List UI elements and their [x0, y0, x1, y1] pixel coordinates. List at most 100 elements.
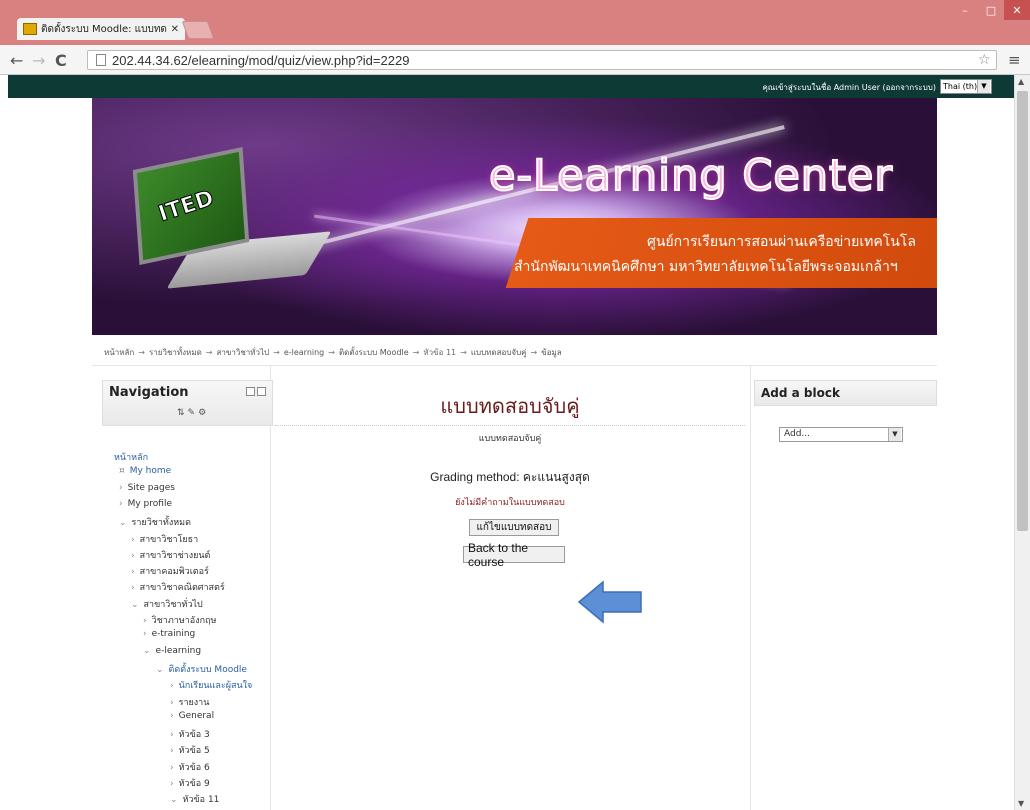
collapsed-chevron-icon: › — [170, 762, 174, 773]
page-viewport: คุณเข้าสู่ระบบในชื่อ Admin User (ออกจากร… — [0, 75, 1014, 810]
annotation-arrow-icon — [577, 580, 642, 624]
login-info[interactable]: คุณเข้าสู่ระบบในชื่อ Admin User (ออกจากร… — [762, 81, 936, 94]
tab-close-icon[interactable]: ✕ — [171, 24, 179, 35]
moodle-favicon-icon — [23, 23, 37, 35]
collapsed-chevron-icon: › — [119, 498, 123, 509]
nav-tree-label: สาขาวิชาทั่วไป — [143, 599, 203, 610]
page-title: แบบทดสอบจับคู่ — [275, 390, 745, 426]
browser-toolbar: ← → C 202.44.34.62/elearning/mod/quiz/vi… — [0, 45, 1030, 75]
nav-tree-label: General — [178, 710, 215, 721]
nav-tree-label: My home — [129, 466, 172, 477]
vertical-scrollbar[interactable]: ▲ ▼ — [1014, 75, 1030, 810]
nav-tree-label: e-training — [151, 629, 196, 640]
admin-bar: คุณเข้าสู่ระบบในชื่อ Admin User (ออกจากร… — [8, 75, 1014, 98]
nav-tree-item[interactable]: › My profile — [119, 499, 172, 509]
reload-icon[interactable]: C — [55, 51, 67, 70]
breadcrumb-link[interactable]: หน้าหลัก — [104, 346, 134, 359]
navigation-block: Navigation ⇅✎⚙ หน้าหลัก ¤ My home › Site pag… — [102, 380, 273, 805]
nav-tree-item[interactable]: › หัวข้อ 5 — [170, 743, 210, 757]
navigation-title: Navigation — [109, 385, 189, 400]
nav-tree-item[interactable]: › สาขาวิชาคณิตศาสตร์ — [131, 580, 225, 594]
page-icon — [96, 54, 106, 66]
scroll-down-icon[interactable]: ▼ — [1018, 799, 1024, 808]
expanded-chevron-icon: ⌄ — [119, 518, 127, 529]
grading-method: Grading method: คะแนนสูงสุด — [430, 470, 590, 484]
scroll-up-icon[interactable]: ▲ — [1018, 77, 1024, 86]
nav-tree-item[interactable]: › หัวข้อ 3 — [170, 727, 210, 741]
nav-tree-item[interactable]: › สาขาวิชาช่างยนต์ — [131, 548, 210, 562]
nav-tree-label: หัวข้อ 3 — [178, 730, 210, 741]
nav-tree-item[interactable]: › หัวข้อ 6 — [170, 760, 210, 774]
collapsed-chevron-icon: › — [170, 730, 174, 741]
nav-tree-item[interactable]: › รายงาน — [170, 695, 209, 709]
browser-tab[interactable]: ติดตั้งระบบ Moodle: แบบทด ✕ — [17, 18, 185, 40]
dock-icon[interactable] — [257, 387, 266, 396]
collapsed-chevron-icon: › — [143, 629, 147, 640]
navigation-block-header: Navigation ⇅✎⚙ — [102, 380, 273, 426]
language-value: Thai (th) — [943, 82, 978, 91]
nav-tree-item[interactable]: หน้าหลัก — [114, 450, 148, 464]
breadcrumb-link[interactable]: หัวข้อ 11 — [423, 346, 456, 359]
site-banner: ITED e-Learning Center ศูนย์การเรียนการส… — [92, 98, 937, 335]
collapsed-chevron-icon: › — [170, 779, 174, 789]
collapsed-chevron-icon: › — [170, 697, 174, 708]
expanded-chevron-icon: ⌄ — [170, 795, 178, 806]
nav-tree-label: หัวข้อ 11 — [182, 795, 220, 806]
column-divider — [270, 366, 271, 810]
breadcrumb: หน้าหลัก → รายวิชาทั้งหมด → สาขาวิชาทั่วไป… — [92, 340, 937, 366]
nav-tree-item[interactable]: › หัวข้อ 9 — [170, 776, 210, 790]
language-select[interactable]: Thai (th) ▼ — [940, 79, 992, 94]
tab-title: ติดตั้งระบบ Moodle: แบบทด — [41, 23, 167, 35]
window-titlebar: ติดตั้งระบบ Moodle: แบบทด ✕ – □ ✕ — [0, 0, 1030, 45]
back-to-course-button[interactable]: Back to the course — [463, 541, 565, 569]
breadcrumb-link[interactable]: สาขาวิชาทั่วไป — [216, 346, 269, 359]
browser-menu-icon[interactable]: ≡ — [1008, 51, 1021, 69]
add-block-select[interactable]: Add... ▼ — [779, 427, 903, 442]
block-action-icons[interactable]: ⇅✎⚙ — [177, 408, 209, 418]
nav-tree-item[interactable]: › วิชาภาษาอังกฤษ — [143, 613, 216, 627]
breadcrumb-link[interactable]: ติดตั้งระบบ Moodle — [339, 346, 409, 359]
nav-tree-item[interactable]: › สาขาคอมพิวเตอร์ — [131, 564, 209, 578]
url-text: 202.44.34.62/elearning/mod/quiz/view.php… — [112, 52, 410, 68]
nav-tree-item[interactable]: › General — [170, 711, 214, 721]
nav-tree-item[interactable]: › สาขาวิชาโยธา — [131, 532, 198, 546]
nav-tree-item[interactable]: ⌄ รายวิชาทั้งหมด — [119, 515, 191, 529]
nav-tree-item[interactable]: ⌄ หัวข้อ 11 — [170, 792, 219, 806]
expanded-chevron-icon: ⌄ — [143, 645, 151, 656]
nav-tree-item[interactable]: › นักเรียนและผู้สนใจ — [170, 678, 252, 692]
collapsed-chevron-icon: › — [143, 616, 147, 626]
nav-tree-label: สาขาวิชาช่างยนต์ — [139, 550, 211, 561]
breadcrumb-link[interactable]: แบบทดสอบจับคู่ — [471, 346, 527, 359]
add-block-title: Add a block — [761, 386, 840, 400]
nav-tree-label: Site pages — [127, 482, 175, 493]
breadcrumb-link[interactable]: รายวิชาทั้งหมด — [149, 346, 202, 359]
address-bar[interactable]: 202.44.34.62/elearning/mod/quiz/view.php… — [87, 50, 997, 70]
nav-tree-label: My profile — [127, 498, 172, 509]
nav-tree-item[interactable]: ⌄ สาขาวิชาทั่วไป — [131, 597, 203, 611]
maximize-icon[interactable]: □ — [978, 0, 1004, 20]
nav-tree-label: หัวข้อ 9 — [178, 779, 210, 789]
collapsed-chevron-icon: › — [119, 482, 123, 493]
nav-tree-item[interactable]: ⌄ e-learning — [143, 646, 201, 656]
nav-tree-item[interactable]: › e-training — [143, 629, 195, 639]
chevron-down-icon: ▼ — [977, 80, 990, 93]
edit-quiz-button[interactable]: แก้ไขแบบทดสอบ — [469, 519, 559, 536]
breadcrumb-link[interactable]: e-learning — [284, 348, 324, 357]
nav-tree-label: รายวิชาทั้งหมด — [131, 518, 191, 529]
back-arrow-icon[interactable]: ← — [10, 51, 23, 70]
forward-arrow-icon[interactable]: → — [32, 51, 45, 70]
collapse-icon[interactable] — [246, 387, 255, 396]
new-tab-button[interactable] — [181, 21, 215, 39]
nav-tree-item[interactable]: ⌄ ติดตั้งระบบ Moodle — [156, 662, 247, 676]
nav-tree-label: ติดตั้งระบบ Moodle — [168, 664, 247, 675]
expanded-chevron-icon: ⌄ — [156, 664, 164, 675]
nav-tree-item[interactable]: › Site pages — [119, 483, 175, 493]
scrollbar-thumb[interactable] — [1017, 91, 1028, 531]
nav-tree-item[interactable]: ¤ My home — [119, 466, 171, 476]
collapsed-chevron-icon: › — [131, 534, 135, 545]
nav-tree-label: หัวข้อ 5 — [178, 746, 210, 757]
nav-tree-label: หัวข้อ 6 — [178, 762, 210, 773]
bookmark-star-icon[interactable]: ☆ — [978, 52, 991, 68]
minimize-icon[interactable]: – — [952, 0, 978, 20]
close-window-icon[interactable]: ✕ — [1004, 0, 1030, 20]
